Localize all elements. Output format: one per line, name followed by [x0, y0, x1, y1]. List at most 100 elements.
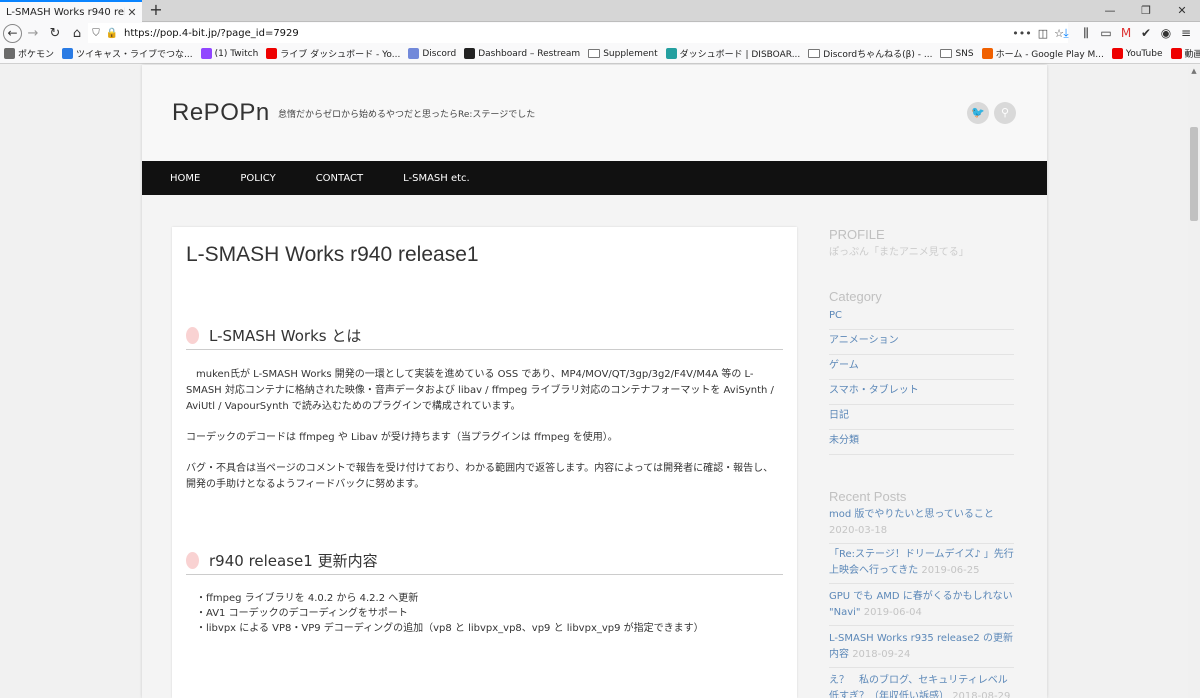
- section-heading: L-SMASH Works とは: [186, 322, 783, 350]
- category-link[interactable]: PC: [829, 305, 1014, 330]
- category-heading: Category: [829, 289, 882, 304]
- tab-bar: L-SMASH Works r940 release1 – Re ✕ + — ❐…: [0, 0, 1200, 22]
- pocket-icon[interactable]: ◫: [1038, 27, 1048, 40]
- bookmark-item[interactable]: (1) Twitch: [200, 48, 259, 59]
- reload-button[interactable]: ↻: [44, 22, 66, 44]
- site-description: 怠惰だからゼロから始めるやつだと思ったらRe:ステージでした: [278, 110, 536, 120]
- bookmark-item[interactable]: SNS: [940, 49, 974, 59]
- category-link[interactable]: 未分類: [829, 430, 1014, 455]
- shield-icon[interactable]: ⛉: [88, 28, 104, 39]
- site-title[interactable]: RePOPn: [172, 99, 270, 127]
- menu-icon[interactable]: ≡: [1176, 22, 1196, 44]
- close-window-button[interactable]: ✕: [1164, 0, 1200, 22]
- account-icon[interactable]: ◉: [1156, 22, 1176, 44]
- post-date: 2018-08-29: [952, 691, 1011, 698]
- page-actions-icon[interactable]: •••: [1012, 27, 1031, 40]
- profile-heading: PROFILE: [829, 227, 885, 242]
- favicon-icon: [62, 48, 74, 59]
- menu-item-home[interactable]: HOME: [170, 173, 200, 184]
- post-date: 2020-03-18: [829, 525, 888, 536]
- bookmark-item[interactable]: Dashboard – Restream: [464, 48, 580, 59]
- favicon-icon: [200, 48, 212, 59]
- bookmark-item[interactable]: Discordちゃんねる(β) - ...: [808, 47, 932, 60]
- bookmark-item[interactable]: ツイキャス・ライブでつな...: [62, 47, 193, 60]
- menu-item-policy[interactable]: POLICY: [240, 173, 275, 184]
- home-button[interactable]: ⌂: [66, 22, 88, 44]
- bookmark-label: ツイキャス・ライブでつな...: [76, 50, 193, 60]
- scroll-thumb[interactable]: [1190, 127, 1198, 221]
- section-heading-text: r940 release1 更新内容: [209, 552, 378, 570]
- page-scrollbar[interactable]: ▲: [1188, 65, 1200, 698]
- list-item: ・ffmpeg ライブラリを 4.0.2 から 4.2.2 へ更新: [196, 593, 419, 604]
- bookmark-label: Discord: [422, 48, 457, 59]
- browser-tab[interactable]: L-SMASH Works r940 release1 – Re ✕: [0, 0, 142, 22]
- paragraph: コーデックのデコードは ffmpeg や Libav が受け持ちます（当プラグイ…: [186, 432, 618, 443]
- section-heading-text: L-SMASH Works とは: [209, 327, 362, 345]
- search-icon[interactable]: ⚲: [994, 102, 1016, 124]
- bookmark-item[interactable]: Discord: [408, 48, 456, 59]
- post-date: 2019-06-04: [863, 607, 922, 618]
- bookmark-label: ダッシュボード | DISBOAR...: [679, 50, 801, 60]
- post-date: 2018-09-24: [852, 649, 911, 660]
- bookmark-label: Dashboard – Restream: [478, 48, 581, 59]
- favicon-icon: [665, 48, 677, 59]
- restore-button[interactable]: ❐: [1128, 0, 1164, 22]
- url-bar[interactable]: ⛉ 🔒 https://pop.4-bit.jp/?page_id=7929 •…: [88, 23, 1068, 43]
- bookmark-item[interactable]: ダッシュボード | DISBOAR...: [665, 47, 801, 60]
- close-tab-icon[interactable]: ✕: [125, 6, 139, 19]
- menu-item-lsmash[interactable]: L-SMASH etc.: [403, 173, 470, 184]
- heading-bullet-icon: [186, 327, 199, 344]
- favicon-icon: [1170, 48, 1182, 59]
- favicon-icon: [1111, 48, 1123, 59]
- section-heading: r940 release1 更新内容: [186, 547, 783, 575]
- bookmark-label: (1) Twitch: [214, 48, 259, 59]
- main-menu: HOME POLICY CONTACT L-SMASH etc.: [142, 161, 1047, 195]
- article: L-SMASH Works r940 release1 L-SMASH Work…: [172, 227, 797, 698]
- minimize-button[interactable]: —: [1092, 0, 1128, 22]
- list-item: ・AV1 コーデックのデコーディングをサポート: [196, 608, 408, 619]
- recent-posts-heading: Recent Posts: [829, 489, 907, 504]
- bookmark-item[interactable]: ライブ ダッシュボード - Yo...: [266, 47, 400, 60]
- extension-icon[interactable]: ✔: [1136, 22, 1156, 44]
- bookmark-item[interactable]: ポケモン: [4, 47, 54, 60]
- category-link[interactable]: 日記: [829, 405, 1014, 430]
- download-icon[interactable]: ⤓: [1056, 22, 1076, 44]
- bookmark-label: Discordちゃんねる(β) - ...: [823, 50, 933, 60]
- list-item: ・libvpx による VP8・VP9 デコーディングの追加（vp8 と lib…: [196, 623, 704, 634]
- folder-icon: [808, 49, 821, 58]
- bookmark-item[interactable]: Supplement: [588, 48, 658, 59]
- post-title[interactable]: mod 版でやりたいと思っていること: [829, 509, 994, 520]
- lock-icon[interactable]: 🔒: [104, 28, 120, 39]
- sidebar-icon[interactable]: ▭: [1096, 22, 1116, 44]
- bookmark-label: ホーム - Google Play M...: [995, 50, 1104, 60]
- scroll-up-icon[interactable]: ▲: [1188, 65, 1200, 77]
- recent-post-link[interactable]: L-SMASH Works r935 release2 の更新内容 2018-0…: [829, 631, 1014, 668]
- bookmark-item[interactable]: ホーム - Google Play M...: [981, 47, 1104, 60]
- gmail-icon[interactable]: M: [1116, 22, 1136, 44]
- favicon-icon: [464, 48, 476, 59]
- menu-item-contact[interactable]: CONTACT: [316, 173, 363, 184]
- bookmark-label: YouTube: [1125, 48, 1163, 59]
- bookmark-item[interactable]: YouTube: [1111, 48, 1163, 59]
- url-text[interactable]: https://pop.4-bit.jp/?page_id=7929: [124, 28, 299, 39]
- category-link[interactable]: スマホ・タブレット: [829, 380, 1014, 405]
- category-link[interactable]: アニメーション: [829, 330, 1014, 355]
- bookmark-item[interactable]: 動画 - YouTube: [1170, 47, 1200, 60]
- bookmark-label: Supplement: [603, 48, 658, 59]
- recent-post-link[interactable]: 「Re:ステージ！ドリームデイズ♪ 」先行上映会へ行ってきた 2019-06-2…: [829, 547, 1014, 584]
- forward-button[interactable]: →: [22, 22, 44, 44]
- category-link[interactable]: ゲーム: [829, 355, 1014, 380]
- library-icon[interactable]: ⫼: [1076, 22, 1096, 44]
- tab-title: L-SMASH Works r940 release1 – Re: [6, 6, 125, 18]
- paragraph: バグ・不具合は当ページのコメントで報告を受け付けており、わかる範囲内で返答します…: [186, 463, 774, 490]
- recent-post-link[interactable]: え？ 私のブログ、セキュリティレベル低すぎ？（年収低い訴感） 2018-08-2…: [829, 673, 1014, 698]
- new-tab-button[interactable]: +: [147, 1, 165, 19]
- recent-post-link[interactable]: mod 版でやりたいと思っていること 2020-03-18: [829, 507, 1014, 544]
- twitter-icon[interactable]: 🐦: [967, 102, 989, 124]
- folder-icon: [588, 49, 601, 58]
- folder-icon: [940, 49, 953, 58]
- recent-post-link[interactable]: GPU でも AMD に春がくるかもしれない "Navi" 2019-06-04: [829, 589, 1014, 626]
- favicon-icon: [408, 48, 420, 59]
- article-title: L-SMASH Works r940 release1: [186, 243, 479, 266]
- back-button[interactable]: ←: [0, 22, 22, 44]
